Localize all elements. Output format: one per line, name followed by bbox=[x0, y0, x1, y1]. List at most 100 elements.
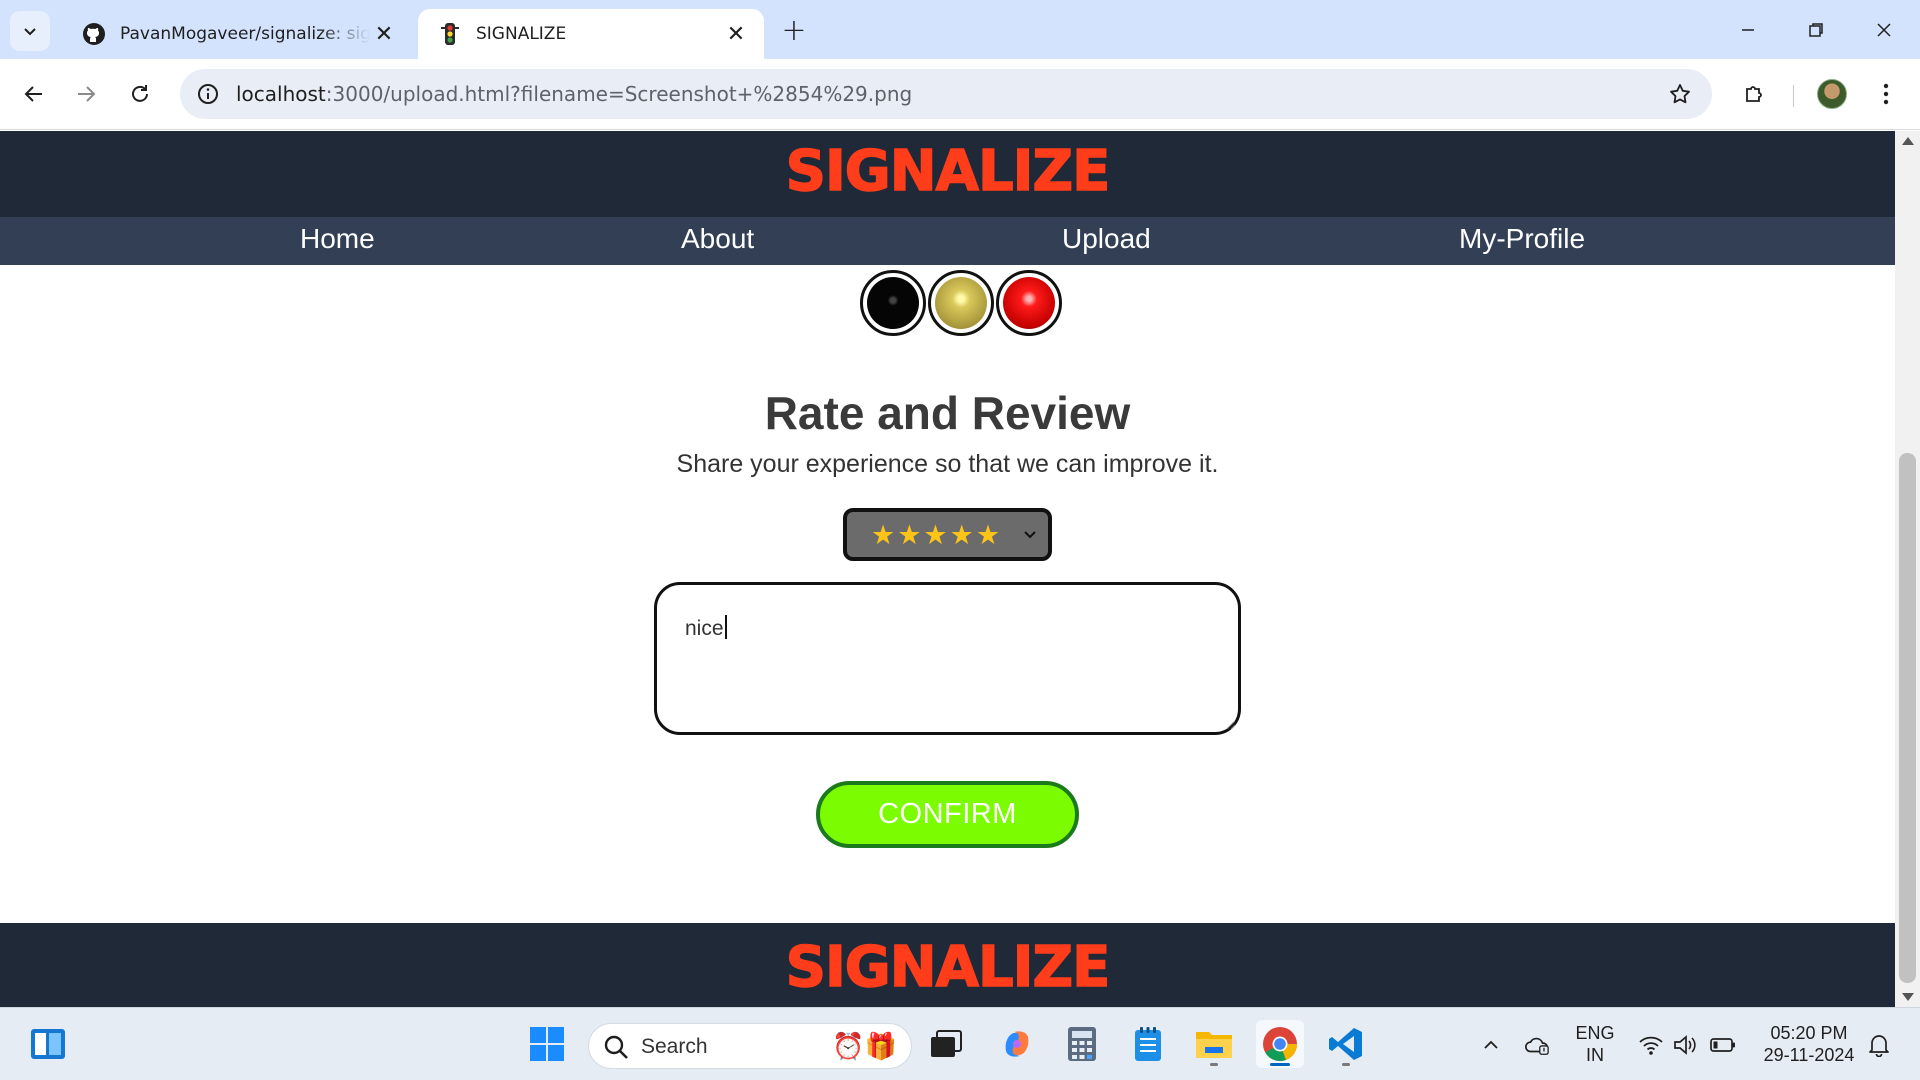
scrollbar-thumb[interactable] bbox=[1899, 453, 1916, 983]
copilot-icon bbox=[1005, 1031, 1029, 1057]
close-icon bbox=[1877, 22, 1891, 37]
back-button[interactable] bbox=[14, 74, 54, 114]
site-nav: Home About Upload My-Profile bbox=[0, 217, 1895, 265]
profile-button[interactable] bbox=[1812, 74, 1852, 114]
restore-button[interactable] bbox=[1782, 0, 1850, 59]
chevron-up-icon bbox=[1484, 1040, 1498, 1049]
extensions-button[interactable] bbox=[1734, 74, 1774, 114]
calculator-button[interactable] bbox=[1058, 1020, 1106, 1068]
clock-time: 05:20 PM bbox=[1770, 1023, 1848, 1043]
notepad-icon bbox=[1135, 1027, 1161, 1061]
onedrive-icon bbox=[1525, 1037, 1549, 1055]
page-subtitle: Share your experience so that we can imp… bbox=[676, 450, 1219, 478]
onedrive-button[interactable] bbox=[1524, 1032, 1550, 1058]
arrow-left-icon bbox=[24, 86, 42, 102]
volume-icon bbox=[1674, 1035, 1696, 1055]
notifications-button[interactable] bbox=[1866, 1032, 1892, 1058]
tab-search-button[interactable] bbox=[10, 11, 50, 51]
clock[interactable]: 05:20 PM 29-11-2024 bbox=[1756, 1022, 1862, 1066]
more-vert-icon bbox=[1883, 83, 1889, 105]
start-button[interactable] bbox=[523, 1020, 571, 1068]
close-icon[interactable]: ✕ bbox=[724, 22, 748, 47]
close-icon[interactable]: ✕ bbox=[372, 22, 396, 47]
review-text: nice bbox=[685, 617, 724, 640]
search-icon bbox=[604, 1035, 628, 1059]
tab-title: PavanMogaveer/signalize: signa bbox=[120, 24, 370, 44]
rating-select[interactable]: ★★★★★ bbox=[843, 508, 1052, 561]
resize-grip-icon[interactable] bbox=[1227, 721, 1235, 729]
file-explorer-button[interactable] bbox=[1190, 1020, 1238, 1068]
traffic-light-icon bbox=[438, 22, 462, 46]
running-indicator bbox=[1342, 1063, 1350, 1066]
widgets-button[interactable] bbox=[24, 1020, 72, 1068]
page-scrollbar[interactable] bbox=[1895, 131, 1920, 1007]
scroll-up-arrow-icon[interactable] bbox=[1902, 137, 1914, 145]
nav-link-home[interactable]: Home bbox=[300, 223, 375, 255]
arrow-right-icon bbox=[78, 86, 96, 102]
restore-icon bbox=[1809, 22, 1823, 37]
volume-status[interactable] bbox=[1672, 1032, 1698, 1058]
scroll-down-arrow-icon[interactable] bbox=[1902, 993, 1914, 1001]
browser-toolbar: localhost:3000/upload.html?filename=Scre… bbox=[0, 59, 1920, 130]
battery-status[interactable] bbox=[1710, 1032, 1736, 1058]
widgets-icon bbox=[31, 1029, 65, 1059]
language-code: ENG bbox=[1575, 1023, 1615, 1043]
search-highlight-icon: ⏰🎁 bbox=[832, 1032, 897, 1062]
traffic-light-red bbox=[996, 270, 1062, 336]
nav-link-my-profile[interactable]: My-Profile bbox=[1459, 223, 1585, 255]
traffic-lights bbox=[860, 270, 1063, 336]
show-hidden-icons-button[interactable] bbox=[1478, 1032, 1504, 1058]
nav-link-upload[interactable]: Upload bbox=[1062, 223, 1151, 255]
reload-icon bbox=[132, 85, 148, 102]
clock-date: 29-11-2024 bbox=[1763, 1045, 1855, 1065]
site-footer: SIGNALIZE bbox=[0, 923, 1895, 1007]
task-view-button[interactable] bbox=[922, 1020, 970, 1068]
running-indicator bbox=[1210, 1063, 1218, 1066]
minimize-button[interactable] bbox=[1714, 0, 1782, 59]
task-view-icon bbox=[931, 1030, 962, 1057]
traffic-light-yellow bbox=[928, 270, 994, 336]
avatar bbox=[1817, 79, 1847, 109]
start-icon bbox=[530, 1027, 564, 1061]
nav-link-about[interactable]: About bbox=[681, 223, 754, 255]
file-explorer-icon bbox=[1196, 1032, 1232, 1058]
notepad-button[interactable] bbox=[1124, 1020, 1172, 1068]
reload-button[interactable] bbox=[120, 74, 160, 114]
bookmark-star-icon[interactable] bbox=[1668, 82, 1692, 106]
address-bar[interactable]: localhost:3000/upload.html?filename=Scre… bbox=[180, 69, 1712, 119]
chevron-down-icon bbox=[24, 28, 36, 36]
forward-button[interactable] bbox=[66, 74, 106, 114]
page-title: Rate and Review bbox=[764, 387, 1131, 439]
puzzle-icon bbox=[1746, 86, 1762, 102]
chrome-button[interactable] bbox=[1256, 1020, 1304, 1068]
footer-logo: SIGNALIZE bbox=[785, 934, 1111, 1001]
tab-title: SIGNALIZE bbox=[476, 24, 567, 44]
traffic-light-black bbox=[860, 270, 926, 336]
site-logo[interactable]: SIGNALIZE bbox=[0, 138, 1895, 205]
tab-signalize[interactable]: SIGNALIZE ✕ bbox=[418, 9, 764, 59]
chevron-down-icon bbox=[1024, 531, 1036, 539]
browser-tab-bar: PavanMogaveer/signalize: signa ✕ SIGNALI… bbox=[0, 0, 1920, 59]
star-rating-value: ★★★★★ bbox=[871, 520, 1003, 551]
battery-icon bbox=[1710, 1038, 1735, 1052]
tab-github[interactable]: PavanMogaveer/signalize: signa ✕ bbox=[62, 9, 412, 59]
taskbar: Search ⏰🎁 ENG IN 05:20 PM 29-11-2024 bbox=[0, 1007, 1920, 1080]
search-label: Search bbox=[641, 1035, 708, 1058]
confirm-button[interactable]: CONFIRM bbox=[816, 781, 1079, 848]
bell-icon bbox=[1869, 1035, 1889, 1057]
url-text: localhost:3000/upload.html?filename=Scre… bbox=[236, 82, 912, 106]
new-tab-button[interactable]: + bbox=[778, 13, 810, 48]
menu-button[interactable] bbox=[1866, 74, 1906, 114]
close-window-button[interactable] bbox=[1850, 0, 1918, 59]
taskbar-search[interactable]: Search ⏰🎁 bbox=[588, 1023, 912, 1069]
review-textarea[interactable]: nice bbox=[654, 582, 1241, 735]
input-language[interactable]: ENG IN bbox=[1575, 1022, 1615, 1066]
github-icon bbox=[82, 22, 106, 46]
copilot-button[interactable] bbox=[993, 1020, 1041, 1068]
vscode-button[interactable] bbox=[1322, 1020, 1370, 1068]
wifi-status[interactable] bbox=[1638, 1032, 1664, 1058]
text-caret bbox=[724, 615, 727, 639]
site-info-icon[interactable] bbox=[196, 82, 220, 106]
url-path: :3000/upload.html?filename=Screenshot+%2… bbox=[325, 82, 913, 106]
site-header: SIGNALIZE bbox=[0, 131, 1895, 217]
